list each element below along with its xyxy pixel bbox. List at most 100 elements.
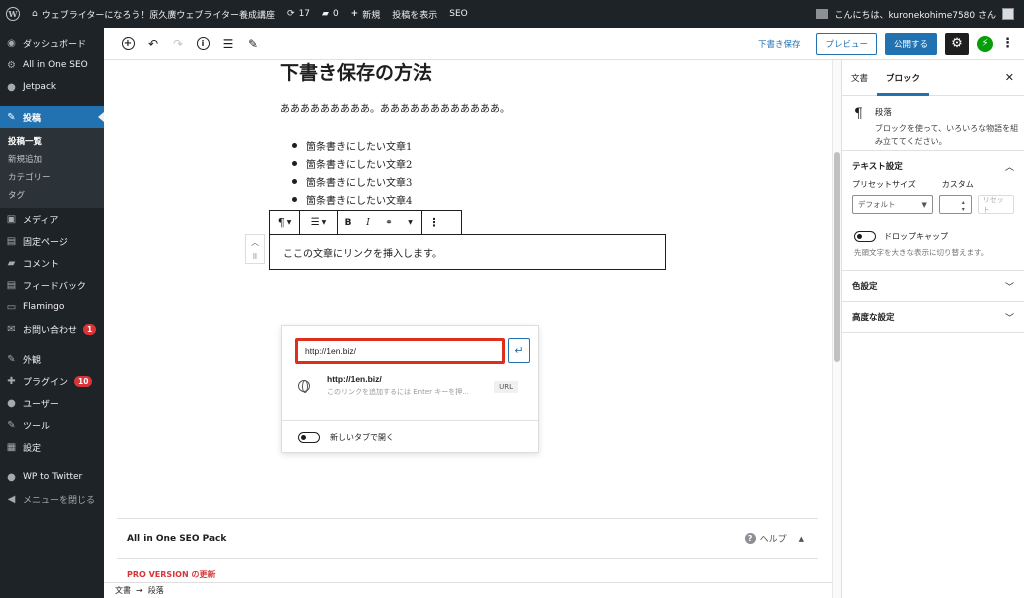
italic-button[interactable]: I [358, 211, 378, 234]
seo-help-link[interactable]: ? ヘルプ ▲ [744, 532, 818, 545]
site-name-link[interactable]: ⌂ ウェブライターになろう！原久廣ウェブライター養成講座 [26, 0, 281, 28]
bold-button[interactable]: B [338, 211, 358, 234]
plus-circle-icon: + [121, 37, 135, 50]
block-mover[interactable]: ︿ ⠿ [245, 234, 265, 264]
avatar[interactable] [1002, 8, 1014, 20]
sidebar-item-wp-to-twitter[interactable]: ● WP to Twitter [0, 466, 104, 488]
sidebar-item-label: ユーザー [23, 399, 59, 410]
sidebar-item-plugins[interactable]: ✚ プラグイン 10 [0, 370, 104, 392]
add-block-button[interactable]: + [119, 35, 137, 53]
media-icon: ▣ [6, 213, 17, 225]
link-icon: ⚭ [385, 217, 393, 228]
preview-button[interactable]: プレビュー [816, 32, 877, 55]
close-icon[interactable]: ✕ [1005, 71, 1024, 84]
jetpack-button[interactable]: ⚡ [977, 35, 993, 52]
chevron-up-icon[interactable]: ▲ [799, 535, 804, 543]
drag-handle-icon[interactable]: ⠿ [252, 253, 257, 261]
publish-button[interactable]: 公開する [884, 32, 937, 55]
submenu-item-tags[interactable]: タグ [0, 186, 104, 204]
drop-cap-toggle[interactable] [854, 231, 876, 242]
sidebar-item-media[interactable]: ▣ メディア [0, 208, 104, 230]
panel-title: テキスト設定 [852, 162, 903, 172]
panel-title: 色設定 [852, 282, 878, 292]
drop-cap-option[interactable]: ドロップキャップ [842, 214, 1024, 242]
jetpack-icon: ● [7, 81, 16, 93]
color-settings-header[interactable]: 色設定 ﹀ [842, 271, 1024, 301]
new-tab-toggle[interactable] [298, 432, 320, 443]
breadcrumb: 文書 → 段落 [104, 582, 840, 598]
new-tab-option[interactable]: 新しいタブで開く [298, 432, 394, 443]
sidebar-item-dashboard[interactable]: ◉ ダッシュボード [0, 32, 104, 54]
seo-metabox: All in One SEO Pack ? ヘルプ ▲ PRO VERSION … [117, 518, 818, 582]
suggestion-description: このリンクを追加するには Enter キーを押... [327, 388, 469, 396]
redo-button[interactable]: ↷ [169, 35, 187, 53]
sidebar-item-contact[interactable]: ✉ お問い合わせ 1 [0, 318, 104, 340]
flamingo-icon: ▭ [6, 301, 17, 313]
wp-logo-menu[interactable]: W [0, 0, 26, 28]
url-submit-button[interactable]: ↵ [508, 338, 530, 363]
paragraph-block[interactable]: あああああああああ。ああああああああああああ。 [280, 100, 510, 115]
sidebar-item-settings[interactable]: ▦ 設定 [0, 436, 104, 458]
submenu-item-add-new[interactable]: 新規追加 [0, 150, 104, 168]
edit-mode-button[interactable]: ✎ [244, 35, 262, 53]
block-more-options-button[interactable]: ⋮ [422, 211, 446, 234]
sidebar-item-aioseo[interactable]: ⚙ All in One SEO [0, 54, 104, 76]
advanced-settings-header[interactable]: 高度な設定 ﹀ [842, 302, 1024, 332]
list-item[interactable]: 箇条書きにしたい文章4 [280, 190, 412, 208]
block-navigation-button[interactable]: ☰ [219, 35, 237, 53]
text-settings-header[interactable]: テキスト設定 ︿ [842, 151, 1024, 181]
list-item[interactable]: 箇条書きにしたい文章3 [280, 172, 412, 190]
collapse-menu-button[interactable]: ◀ メニューを閉じる [0, 488, 104, 510]
sidebar-item-label: メニューを閉じる [23, 495, 96, 506]
preset-size-select[interactable]: デフォルト ▼ [852, 195, 933, 214]
editor-toolbar: + ↶ ↷ i ☰ ✎ 下書き保存 プレビュー 公開する ⚙ ⚡ ⋮ [104, 28, 1024, 60]
more-formats-button[interactable]: ▼ [400, 211, 422, 234]
editor-scrollbar[interactable] [832, 60, 841, 598]
more-options-icon[interactable]: ⋮ [1001, 36, 1014, 51]
tab-document[interactable]: 文書 [842, 60, 877, 96]
link-suggestion[interactable]: http://1en.biz/ このリンクを追加するには Enter キーを押.… [298, 374, 526, 404]
undo-button[interactable]: ↶ [144, 35, 162, 53]
chevron-down-icon: ▼ [921, 200, 927, 209]
sidebar-item-jetpack[interactable]: ● Jetpack [0, 76, 104, 98]
sidebar-item-appearance[interactable]: ✎ 外観 [0, 348, 104, 370]
updates-link[interactable]: ⟳ 17 [281, 0, 316, 28]
block-type-switcher[interactable]: ¶ ▼ [270, 211, 300, 234]
submenu-item-categories[interactable]: カテゴリー [0, 168, 104, 186]
paragraph-block-selected[interactable]: ここの文章にリンクを挿入します。 [269, 234, 666, 270]
screen-icon[interactable] [816, 9, 829, 19]
custom-size-input[interactable] [938, 195, 972, 214]
view-post-link[interactable]: 投稿を表示 [386, 0, 443, 28]
sidebar-item-flamingo[interactable]: ▭ Flamingo [0, 296, 104, 318]
comments-link[interactable]: ▰ 0 [316, 0, 345, 28]
url-input[interactable]: http://1en.biz/ [295, 338, 505, 364]
chevron-up-icon[interactable]: ︿ [251, 237, 259, 248]
reset-button[interactable]: リセット [977, 195, 1014, 214]
link-button[interactable]: ⚭ [378, 211, 400, 234]
scrollbar-thumb[interactable] [834, 152, 840, 362]
user-icon: ● [7, 397, 16, 409]
list-item[interactable]: 箇条書きにしたい文章2 [280, 154, 412, 172]
list-item[interactable]: 箇条書きにしたい文章1 [280, 136, 412, 154]
sidebar-item-users[interactable]: ● ユーザー [0, 392, 104, 414]
sidebar-item-comments[interactable]: ▰ コメント [0, 252, 104, 274]
seo-menu-link[interactable]: SEO [443, 0, 473, 28]
breadcrumb-current[interactable]: 段落 [148, 585, 164, 596]
align-button[interactable]: ☰ ▼ [300, 211, 338, 234]
user-greeting[interactable]: こんにちは、kuronekohime7580 さん [834, 8, 996, 21]
submenu-item-all-posts[interactable]: 投稿一覧 [0, 132, 104, 150]
save-draft-button[interactable]: 下書き保存 [758, 38, 801, 50]
sidebar-item-tools[interactable]: ✎ ツール [0, 414, 104, 436]
tab-block[interactable]: ブロック [877, 60, 930, 96]
new-content-link[interactable]: + 新規 [345, 0, 387, 28]
preset-size-label: プリセットサイズ [852, 180, 916, 189]
sidebar-item-pages[interactable]: ▤ 固定ページ [0, 230, 104, 252]
content-info-button[interactable]: i [194, 35, 212, 53]
list-block[interactable]: 箇条書きにしたい文章1 箇条書きにしたい文章2 箇条書きにしたい文章3 箇条書き… [280, 136, 412, 208]
post-title[interactable]: 下書き保存の方法 [280, 60, 432, 85]
breadcrumb-root[interactable]: 文書 [115, 585, 131, 596]
seo-metabox-header[interactable]: All in One SEO Pack ? ヘルプ ▲ [117, 519, 818, 559]
sidebar-item-posts[interactable]: ✎ 投稿 [0, 106, 104, 128]
sidebar-item-feedback[interactable]: ▤ フィードバック [0, 274, 104, 296]
settings-toggle-button[interactable]: ⚙ [945, 32, 969, 55]
